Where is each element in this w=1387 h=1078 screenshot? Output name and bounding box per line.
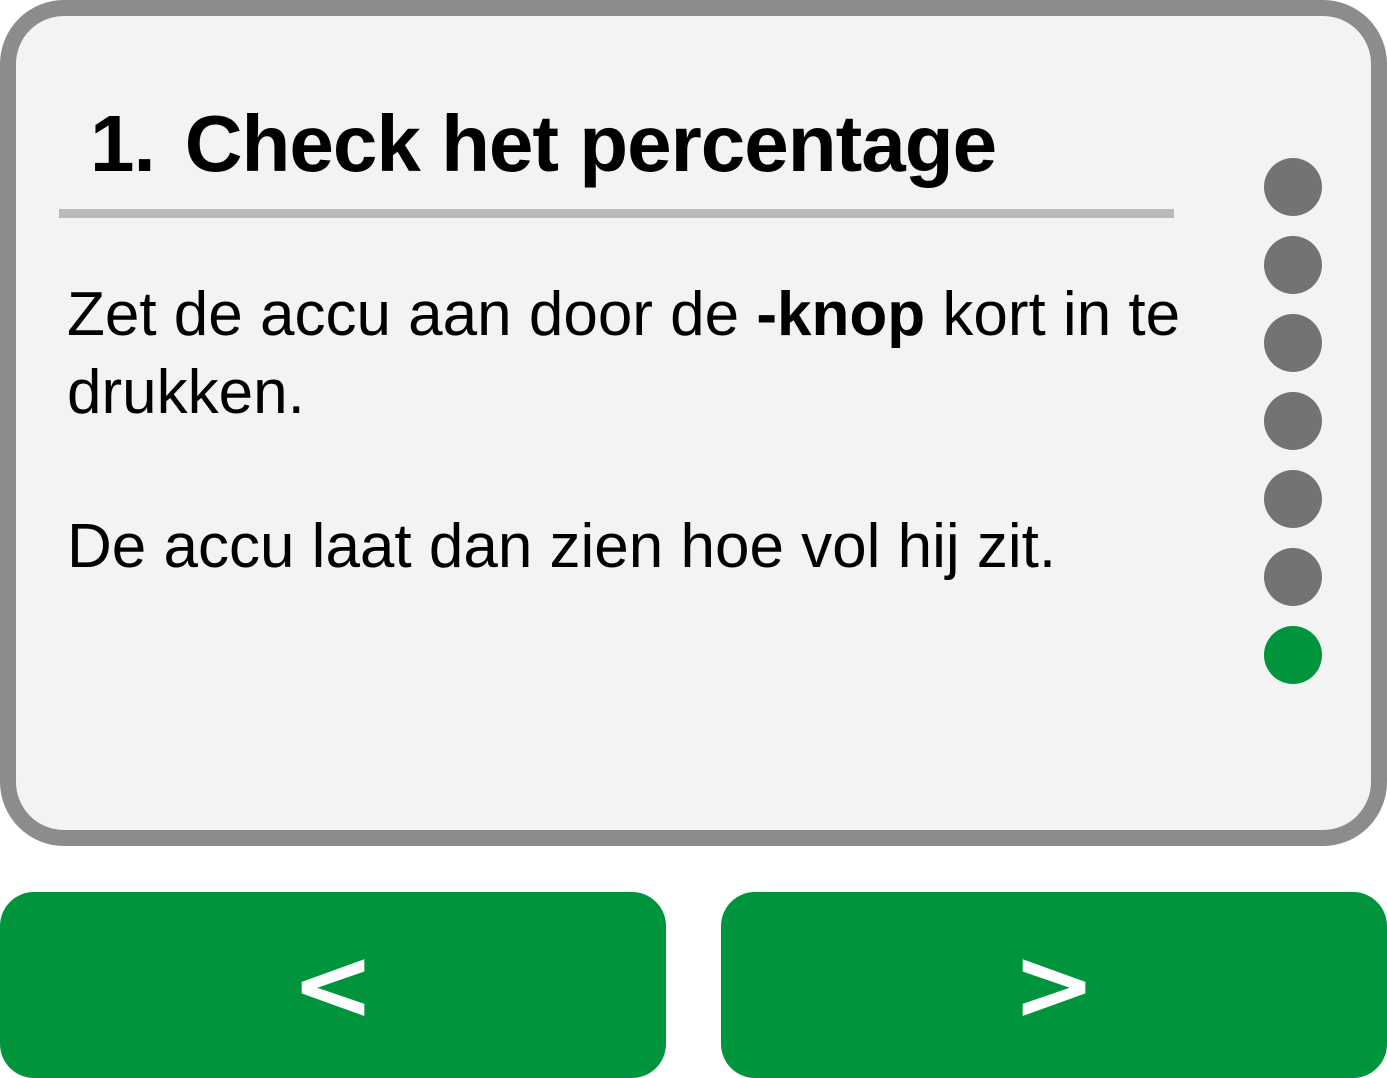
step-title-text: Check het percentage xyxy=(184,99,997,188)
step-dot-5 xyxy=(1264,470,1322,528)
instruction-text-before: Zet de accu aan door de xyxy=(67,280,757,349)
instruction-paragraph-1: Zet de accu aan door de -knop kort in te… xyxy=(67,276,1187,432)
step-number: 1. xyxy=(90,99,156,188)
step-dot-3 xyxy=(1264,314,1322,372)
step-title: 1. Check het percentage xyxy=(90,98,997,190)
button-name-bold: -knop xyxy=(756,280,926,349)
step-dot-2 xyxy=(1264,236,1322,294)
instruction-paragraph-2: De accu laat dan zien hoe vol hij zit. xyxy=(67,512,1057,581)
title-divider xyxy=(59,209,1174,218)
step-instructions: Zet de accu aan door de -knop kort in te… xyxy=(67,276,1187,662)
step-dot-6 xyxy=(1264,548,1322,606)
step-dot-1 xyxy=(1264,158,1322,216)
previous-step-button[interactable]: < xyxy=(0,892,666,1078)
step-progress-indicator xyxy=(1264,158,1322,704)
next-step-button[interactable]: > xyxy=(721,892,1387,1078)
step-dot-active xyxy=(1264,626,1322,684)
instruction-card: 1. Check het percentage Zet de accu aan d… xyxy=(0,0,1387,846)
step-dot-4 xyxy=(1264,392,1322,450)
